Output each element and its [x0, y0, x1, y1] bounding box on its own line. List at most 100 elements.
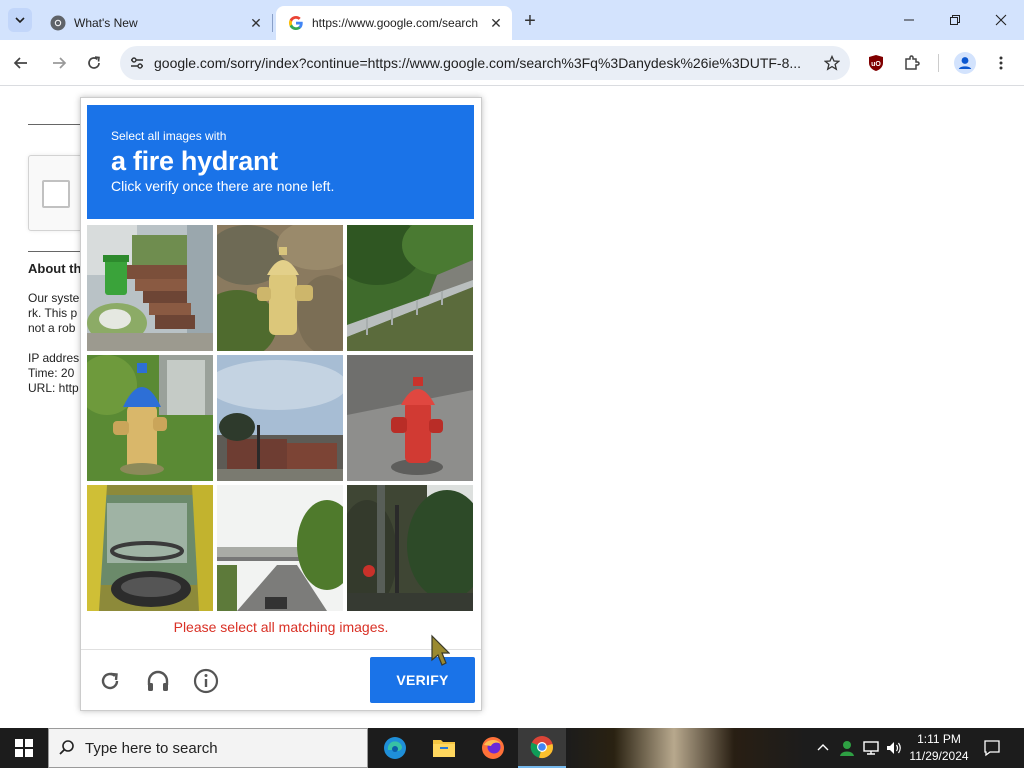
about-heading: About th [28, 261, 82, 276]
building-sky-image [217, 355, 343, 481]
image-tile[interactable] [87, 225, 213, 351]
tab-search-button[interactable] [8, 8, 32, 32]
recaptcha-challenge: Select all images with a fire hydrant Cl… [80, 97, 482, 711]
close-tab-icon[interactable]: ✕ [486, 13, 506, 33]
minimize-icon [904, 19, 914, 21]
forward-button[interactable] [44, 48, 74, 78]
start-button[interactable] [0, 728, 48, 768]
image-tile[interactable] [217, 485, 343, 611]
tab-separator [272, 14, 273, 32]
close-icon [995, 14, 1007, 26]
clock-date: 11/29/2024 [909, 749, 969, 763]
reload-challenge-button[interactable] [95, 666, 125, 696]
chrome-icon [50, 15, 66, 31]
restore-button[interactable] [932, 0, 978, 40]
divider [28, 124, 88, 125]
recaptcha-checkbox[interactable] [42, 180, 70, 208]
image-tile[interactable] [87, 355, 213, 481]
info-line: Time: 20 [28, 366, 75, 380]
instruction-subtext: Click verify once there are none left. [111, 178, 335, 194]
taskbar-firefox[interactable] [469, 728, 517, 768]
toolbar-divider [938, 54, 939, 72]
image-tile[interactable] [347, 485, 473, 611]
image-tile[interactable] [217, 355, 343, 481]
taskbar-file-explorer[interactable] [420, 728, 468, 768]
close-window-button[interactable] [978, 0, 1024, 40]
recaptcha-checkbox-box [28, 155, 88, 231]
taskbar-search-box[interactable]: Type here to search [48, 728, 368, 768]
instruction-text: Select all images with [111, 129, 227, 143]
svg-text:uO: uO [871, 61, 881, 68]
cursor-icon [431, 634, 450, 666]
headphones-icon [147, 670, 169, 691]
taskbar: Type here to search 1:11 PM 11/29/2024 [0, 728, 1024, 768]
minimize-button[interactable] [886, 0, 932, 40]
restore-icon [950, 15, 960, 25]
tray-volume[interactable] [884, 728, 904, 768]
error-message: Please select all matching images. [173, 619, 389, 635]
reload-button[interactable] [79, 48, 109, 78]
profile-button[interactable] [950, 48, 980, 78]
audio-challenge-button[interactable] [143, 666, 173, 696]
trees-pole-image [347, 485, 473, 611]
edge-icon [384, 737, 406, 759]
about-text-line: not a rob [28, 321, 76, 335]
back-button[interactable] [6, 48, 36, 78]
image-tile[interactable] [347, 355, 473, 481]
overpass-road-image [217, 485, 343, 611]
info-icon [193, 668, 219, 694]
red-fire-hydrant-image [347, 355, 473, 481]
address-bar[interactable]: google.com/sorry/index?continue=https://… [120, 46, 850, 80]
url-text: google.com/sorry/index?continue=https://… [154, 55, 802, 71]
help-button[interactable] [191, 666, 221, 696]
clock-time: 1:11 PM [917, 732, 961, 746]
network-icon [863, 741, 879, 755]
image-tile[interactable] [347, 225, 473, 351]
extensions-button[interactable] [897, 48, 927, 78]
info-line: URL: http [28, 381, 79, 395]
tray-network[interactable] [860, 728, 882, 768]
divider [28, 251, 88, 252]
chrome-icon [530, 736, 553, 758]
puzzle-icon [905, 55, 920, 70]
image-grid [87, 225, 474, 612]
speaker-icon [887, 742, 901, 754]
yellow-fire-hydrant-image [217, 225, 343, 351]
image-tile[interactable] [217, 225, 343, 351]
tray-user-app[interactable] [836, 728, 858, 768]
tab-strip: What's New ✕ https://www.google.com/sear… [0, 0, 1024, 40]
tab-whats-new[interactable]: What's New ✕ [40, 6, 272, 40]
taskbar-edge[interactable] [371, 728, 419, 768]
ublock-shield-icon: uO [869, 55, 883, 71]
porch-steps-image [87, 225, 213, 351]
bus-window-image [87, 485, 213, 611]
arrow-left-icon [13, 57, 27, 69]
tray-overflow-button[interactable] [814, 728, 832, 768]
image-tile[interactable] [87, 485, 213, 611]
tab-google-search[interactable]: https://www.google.com/search ✕ [276, 6, 512, 40]
taskbar-clock[interactable]: 1:11 PM 11/29/2024 [904, 731, 974, 765]
chevron-down-icon [15, 17, 25, 24]
more-vert-icon [999, 56, 1003, 70]
verify-button[interactable]: VERIFY [370, 657, 475, 703]
menu-button[interactable] [986, 48, 1016, 78]
taskbar-chrome[interactable] [518, 728, 566, 768]
search-icon [49, 739, 85, 757]
browser-toolbar: google.com/sorry/index?continue=https://… [0, 40, 1024, 86]
person-icon [840, 741, 854, 756]
search-placeholder: Type here to search [85, 739, 218, 757]
tune-icon [131, 57, 143, 69]
taskbar-wallpaper [566, 728, 806, 768]
firefox-icon [482, 737, 504, 759]
tab-title: https://www.google.com/search [312, 16, 479, 30]
bookmark-button[interactable] [814, 55, 850, 71]
about-text-line: Our syste [28, 291, 80, 305]
notification-button[interactable] [978, 728, 1006, 768]
refresh-icon [101, 672, 119, 690]
ublock-extension-button[interactable]: uO [861, 48, 891, 78]
new-tab-button[interactable]: + [518, 9, 542, 33]
footer-divider [81, 649, 481, 650]
site-info-button[interactable] [120, 55, 154, 71]
close-tab-icon[interactable]: ✕ [246, 13, 266, 33]
tab-title: What's New [74, 16, 138, 30]
